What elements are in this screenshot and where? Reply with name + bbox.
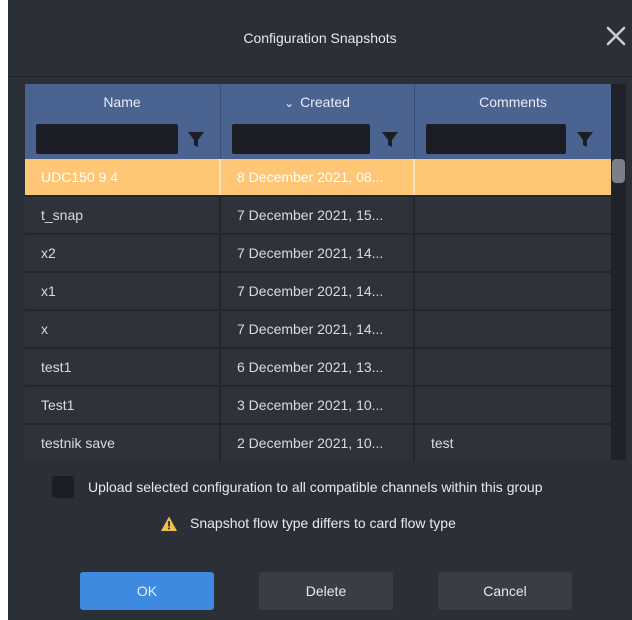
table-row[interactable]: x2 7 December 2021, 14... xyxy=(25,235,611,273)
upload-all-label: Upload selected configuration to all com… xyxy=(88,479,543,495)
cell-name: test1 xyxy=(41,359,72,375)
filter-icon[interactable] xyxy=(182,124,210,154)
dialog-title: Configuration Snapshots xyxy=(243,30,397,46)
chevron-down-icon: ⌄ xyxy=(284,96,295,110)
close-icon[interactable] xyxy=(602,22,630,50)
column-divider xyxy=(220,84,221,159)
table-row[interactable]: UDC150 9 4 8 December 2021, 08... xyxy=(25,159,611,197)
table-row[interactable]: x1 7 December 2021, 14... xyxy=(25,273,611,311)
cell-comments xyxy=(415,311,611,347)
cell-created: 7 December 2021, 14... xyxy=(237,321,384,337)
table-row[interactable]: t_snap 7 December 2021, 15... xyxy=(25,197,611,235)
column-header-name[interactable]: Name xyxy=(25,84,219,120)
cell-comments xyxy=(415,387,611,423)
cell-created: 7 December 2021, 14... xyxy=(237,283,384,299)
cell-comments xyxy=(415,349,611,385)
cell-comments: test xyxy=(431,435,454,451)
scrollbar-thumb[interactable] xyxy=(612,159,625,183)
table-row[interactable]: test1 6 December 2021, 13... xyxy=(25,349,611,387)
created-filter-input[interactable] xyxy=(232,124,370,154)
delete-button[interactable]: Delete xyxy=(259,572,393,610)
cell-created: 2 December 2021, 10... xyxy=(237,435,384,451)
cell-comments xyxy=(415,273,611,309)
table-row[interactable]: x 7 December 2021, 14... xyxy=(25,311,611,349)
cell-created: 7 December 2021, 15... xyxy=(237,207,384,223)
filter-icon[interactable] xyxy=(376,124,404,154)
warning-message: Snapshot flow type differs to card flow … xyxy=(190,515,456,531)
name-filter-input[interactable] xyxy=(36,124,178,154)
cell-created: 7 December 2021, 14... xyxy=(237,245,384,261)
cell-comments xyxy=(415,197,611,233)
cell-created: 3 December 2021, 10... xyxy=(237,397,384,413)
column-header-created-label: Created xyxy=(300,94,350,110)
configuration-snapshots-dialog: Configuration Snapshots Name ⌄ Created Co… xyxy=(8,0,632,620)
cancel-button[interactable]: Cancel xyxy=(438,572,572,610)
cell-name: t_snap xyxy=(41,207,84,223)
cell-name: Test1 xyxy=(41,397,75,413)
cell-name: UDC150 9 4 xyxy=(41,169,119,185)
table-scrollbar[interactable] xyxy=(611,84,626,460)
filter-icon[interactable] xyxy=(571,124,599,154)
warning-icon xyxy=(160,515,178,533)
snapshots-table: Name ⌄ Created Comments UDC150 9 4 8 Dec… xyxy=(25,84,626,460)
cell-name: x xyxy=(41,321,48,337)
table-row[interactable]: testnik save 2 December 2021, 10... test xyxy=(25,425,611,460)
upload-all-checkbox[interactable] xyxy=(52,476,74,498)
ok-button[interactable]: OK xyxy=(80,572,214,610)
cell-created: 6 December 2021, 13... xyxy=(237,359,384,375)
cell-name: x1 xyxy=(41,283,56,299)
cell-comments xyxy=(415,235,611,271)
title-bar: Configuration Snapshots xyxy=(8,0,632,77)
cell-name: x2 xyxy=(41,245,56,261)
cell-name: testnik save xyxy=(41,435,115,451)
column-header-comments[interactable]: Comments xyxy=(415,84,611,120)
cell-created: 8 December 2021, 08... xyxy=(237,169,384,185)
column-divider xyxy=(414,84,415,159)
cell-comments xyxy=(415,159,611,195)
column-header-created[interactable]: ⌄ Created xyxy=(221,84,413,120)
table-header: Name ⌄ Created Comments xyxy=(25,84,611,159)
table-row[interactable]: Test1 3 December 2021, 10... xyxy=(25,387,611,425)
comments-filter-input[interactable] xyxy=(426,124,566,154)
